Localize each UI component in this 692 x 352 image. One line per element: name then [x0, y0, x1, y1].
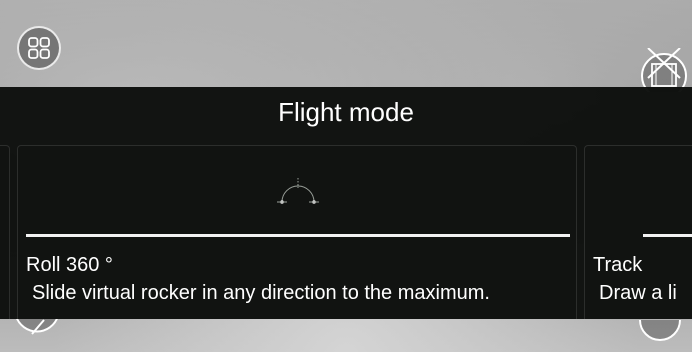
mode-description: Draw a li — [599, 282, 677, 304]
mode-card-track[interactable]: Track Draw a li — [584, 145, 692, 319]
mode-card-roll-360[interactable]: Roll 360 ° Slide virtual rocker in any d… — [17, 145, 577, 319]
roll-arc-icon — [277, 178, 319, 204]
mode-card-previous[interactable] — [0, 145, 10, 319]
panel-title: Flight mode — [278, 97, 414, 127]
film-mode-button[interactable] — [634, 47, 688, 99]
mode-name: Roll 360 ° — [26, 254, 113, 276]
mode-divider — [26, 234, 570, 237]
mode-name: Track — [593, 254, 643, 276]
flight-mode-panel: Flight mode Roll 360 ° Slide virtual roc… — [0, 87, 692, 319]
control-icon — [639, 319, 681, 341]
grid-menu-button[interactable] — [17, 26, 61, 70]
film-disabled-icon — [641, 47, 687, 99]
mode-description: Slide virtual rocker in any direction to… — [32, 282, 490, 304]
mode-divider — [643, 234, 692, 237]
control-button[interactable] — [638, 318, 682, 344]
grid-menu-icon — [28, 37, 50, 59]
